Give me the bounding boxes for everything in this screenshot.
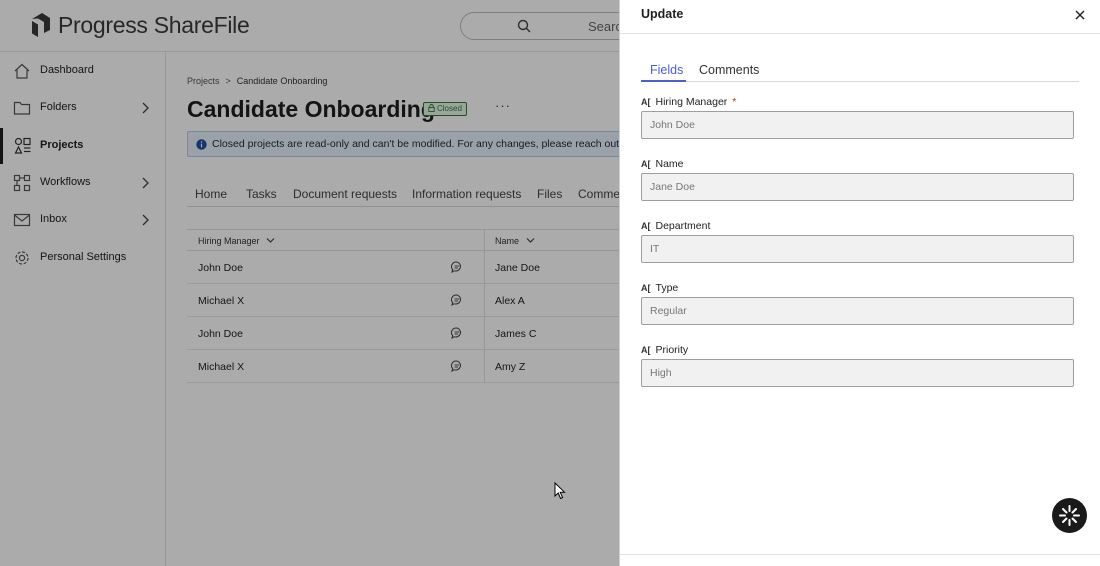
type-input[interactable] xyxy=(641,297,1074,325)
ai-assistant-button[interactable] xyxy=(1052,498,1087,533)
active-tab-indicator xyxy=(641,80,686,82)
drawer-tabs: Fields Comments xyxy=(641,56,1079,82)
tab-comments[interactable]: Comments xyxy=(699,63,759,77)
close-icon[interactable] xyxy=(1073,8,1087,22)
hiring-manager-input[interactable] xyxy=(641,111,1074,139)
field-label-text: Department xyxy=(655,220,711,232)
required-indicator: * xyxy=(732,96,737,108)
field-label: A[ Hiring Manager * xyxy=(641,95,736,109)
mouse-cursor-icon xyxy=(554,482,566,500)
field-label-text: Type xyxy=(655,282,679,294)
ai-assistant-icon xyxy=(1059,505,1080,526)
text-field-icon: A[ xyxy=(641,345,651,355)
drawer-footer-divider xyxy=(620,554,1100,555)
drawer-title: Update xyxy=(641,7,684,21)
field-label-text: Hiring Manager xyxy=(655,96,728,108)
name-input[interactable] xyxy=(641,173,1074,201)
modal-overlay[interactable] xyxy=(0,0,619,566)
text-field-icon: A[ xyxy=(641,97,651,107)
app-root: Progress ShareFile Search Dashboard Fold… xyxy=(0,0,1100,566)
department-input[interactable] xyxy=(641,235,1074,263)
field-label-text: Priority xyxy=(655,344,689,356)
field-label: A[ Priority xyxy=(641,343,688,357)
field-label-text: Name xyxy=(655,158,684,170)
text-field-icon: A[ xyxy=(641,283,651,293)
field-label: A[ Department xyxy=(641,219,710,233)
text-field-icon: A[ xyxy=(641,221,651,231)
text-field-icon: A[ xyxy=(641,159,651,169)
drawer-divider xyxy=(620,33,1100,34)
field-label: A[ Type xyxy=(641,281,678,295)
tab-fields[interactable]: Fields xyxy=(650,63,683,77)
update-drawer: Update Fields Comments A[ Hiring Manager… xyxy=(619,0,1100,566)
priority-input[interactable] xyxy=(641,359,1074,387)
field-label: A[ Name xyxy=(641,157,684,171)
